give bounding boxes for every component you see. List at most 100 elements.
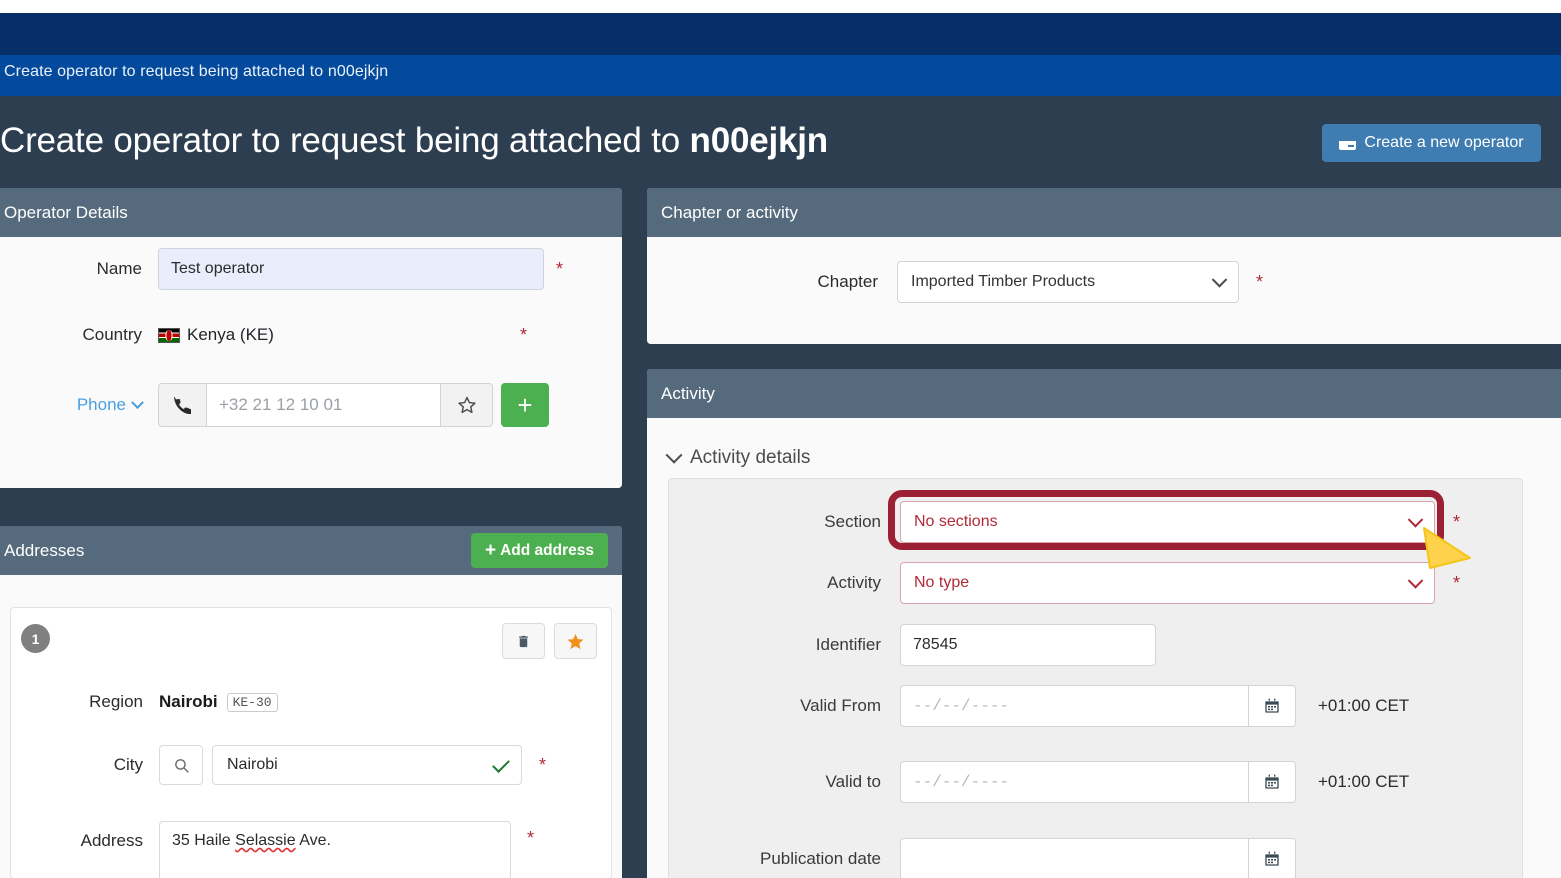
address-card: 1 Region Nairobi KE-30 City Nairobi * Ad… [10, 607, 612, 878]
address-label: Address [80, 831, 143, 850]
section-required-marker: * [1453, 512, 1461, 532]
chevron-down-icon [1407, 573, 1424, 589]
country-row: Country Kenya (KE) * [0, 325, 527, 345]
identifier-row: Identifier 78545 [669, 624, 1156, 666]
region-label: Region [89, 692, 143, 711]
valid-from-label: Valid From [800, 696, 881, 715]
city-input-group: Nairobi [159, 745, 522, 785]
page-title-highlight: n00ejkjn [689, 121, 829, 160]
valid-to-input[interactable]: --/--/---- [900, 761, 1248, 803]
activity-details-toggle-label: Activity details [690, 447, 811, 468]
name-input[interactable]: Test operator [158, 248, 544, 290]
calendar-icon[interactable] [1248, 838, 1296, 878]
addresses-title: Addresses [4, 540, 85, 560]
valid-to-label: Valid to [825, 772, 881, 791]
city-required-marker: * [539, 755, 547, 775]
valid-from-row: Valid From --/--/---- +01:00 CET [669, 685, 1409, 727]
operator-details-title: Operator Details [4, 202, 128, 222]
address-card-actions [502, 623, 597, 659]
activity-details-box: Section No sections * Activity No type *… [668, 478, 1523, 878]
address-value-part2: Ave. [295, 832, 331, 849]
chevron-down-icon [131, 395, 144, 409]
name-label: Name [96, 259, 142, 278]
address-row: Address 35 Haile Selassie Ave. * [11, 821, 534, 878]
activity-type-selected-value: No type [914, 574, 970, 591]
page-title: Create operator to request being attache… [0, 121, 828, 161]
plus-icon: + [485, 540, 497, 561]
create-new-operator-button[interactable]: Create a new operator [1322, 124, 1541, 162]
page-title-prefix: Create operator to request being attache… [0, 121, 690, 160]
chapter-selected-value: Imported Timber Products [911, 273, 1096, 290]
phone-type-dropdown[interactable]: Phone [0, 395, 158, 415]
address-textarea[interactable]: 35 Haile Selassie Ave. [159, 821, 511, 878]
activity-type-select[interactable]: No type [900, 562, 1435, 604]
valid-from-timezone: +01:00 CET [1318, 696, 1410, 715]
activity-type-label: Activity [827, 573, 881, 592]
city-row: City Nairobi * [11, 745, 546, 785]
region-code-badge: KE-30 [226, 692, 278, 712]
chapter-row: Chapter Imported Timber Products * [647, 261, 1263, 303]
address-required-marker: * [527, 828, 535, 848]
publication-date-label: Publication date [760, 849, 881, 868]
section-select[interactable]: No sections [900, 501, 1435, 543]
publication-date-input[interactable] [900, 838, 1248, 878]
calendar-icon[interactable] [1248, 761, 1296, 803]
add-address-label: Add address [500, 541, 594, 559]
phone-row: Phone +32 21 12 10 01 + [0, 383, 549, 427]
identifier-label: Identifier [815, 635, 881, 654]
valid-from-input[interactable]: --/--/---- [900, 685, 1248, 727]
region-value: Nairobi KE-30 [159, 692, 278, 712]
search-icon[interactable] [159, 745, 203, 785]
chapter-select[interactable]: Imported Timber Products [897, 261, 1239, 303]
country-value: Kenya (KE) [158, 325, 274, 345]
activity-type-required-marker: * [1453, 573, 1461, 593]
chevron-down-icon [1211, 272, 1228, 288]
section-row: Section No sections * [669, 501, 1460, 543]
id-card-icon [1339, 136, 1357, 150]
chapter-panel-header: Chapter or activity [647, 188, 1561, 237]
application-window: Create operator to request being attache… [0, 0, 1561, 878]
activity-details-toggle[interactable]: Activity details [665, 446, 811, 469]
city-input[interactable]: Nairobi [212, 745, 522, 785]
country-required-marker: * [519, 325, 527, 345]
region-name: Nairobi [159, 692, 218, 711]
breadcrumb-text: Create operator to request being attache… [4, 63, 389, 80]
publication-date-row: Publication date [669, 838, 1296, 878]
name-row: Name Test operator * [0, 248, 563, 290]
valid-to-group: --/--/---- [900, 761, 1296, 803]
chevron-down-icon [665, 446, 683, 464]
operator-details-header: Operator Details [0, 188, 622, 237]
name-required-marker: * [556, 259, 564, 279]
valid-to-timezone: +01:00 CET [1318, 772, 1410, 791]
activity-panel-title: Activity [661, 383, 715, 403]
phone-input-group: +32 21 12 10 01 [158, 383, 493, 427]
valid-from-group: --/--/---- [900, 685, 1296, 727]
address-value-misspelled: Selassie [235, 832, 296, 849]
activity-panel-header: Activity [647, 369, 1561, 418]
calendar-icon[interactable] [1248, 685, 1296, 727]
activity-type-row: Activity No type * [669, 562, 1460, 604]
publication-date-group [900, 838, 1296, 878]
phone-number-input[interactable]: +32 21 12 10 01 [206, 383, 441, 427]
add-phone-button[interactable]: + [501, 383, 549, 427]
city-label: City [113, 755, 143, 774]
chapter-label: Chapter [817, 272, 878, 291]
region-row: Region Nairobi KE-30 [11, 692, 278, 712]
phone-type-label: Phone [76, 395, 126, 414]
delete-address-button[interactable] [502, 623, 545, 659]
valid-to-row: Valid to --/--/---- +01:00 CET [669, 761, 1409, 803]
top-navy-bar [0, 13, 1561, 55]
city-value: Nairobi [227, 756, 278, 773]
create-new-operator-label: Create a new operator [1364, 134, 1524, 151]
country-name: Kenya (KE) [187, 325, 274, 344]
chevron-down-icon [1407, 512, 1424, 528]
add-address-button[interactable]: + Add address [471, 533, 608, 568]
identifier-input[interactable]: 78545 [900, 624, 1156, 666]
star-outline-icon[interactable] [441, 383, 493, 427]
check-icon [492, 755, 510, 773]
phone-icon [158, 383, 206, 427]
chapter-panel-title: Chapter or activity [661, 202, 798, 222]
chapter-required-marker: * [1256, 272, 1264, 292]
address-value-part1: 35 Haile [172, 832, 236, 849]
favourite-address-button[interactable] [554, 623, 597, 659]
